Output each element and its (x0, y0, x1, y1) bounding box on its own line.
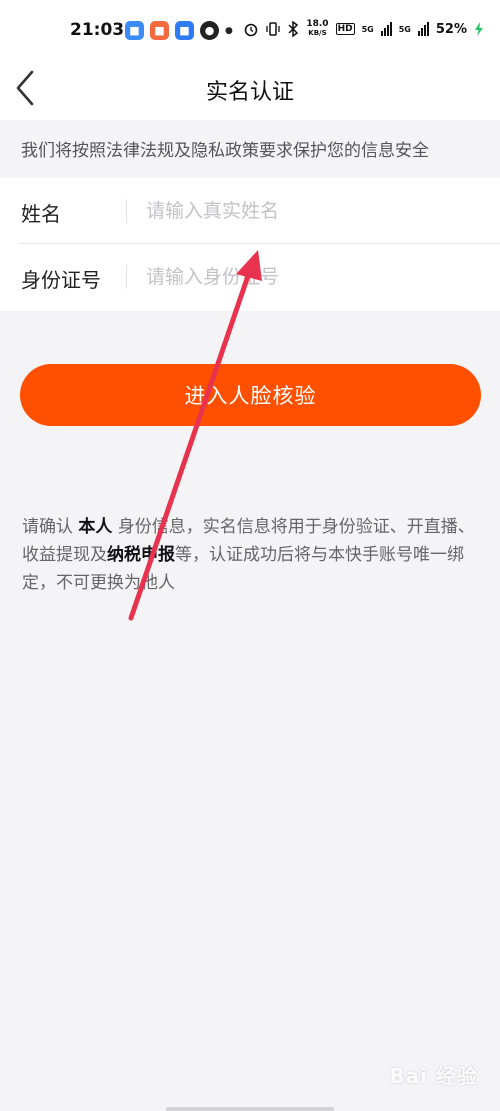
verification-form: 姓名 身份证号 (0, 178, 500, 311)
field-divider (126, 265, 127, 289)
id-number-input[interactable] (146, 260, 466, 294)
field-divider (126, 199, 127, 223)
network-speed-unit: KB/S (308, 29, 327, 37)
network-type-label-2: 5G (398, 24, 411, 34)
app-notification-icon: ■ (125, 21, 144, 40)
network-type-label: 5G (361, 24, 374, 34)
network-speed-value: 18.0 (306, 19, 329, 29)
disclaimer-text: 请确认 本人 身份信息，实名信息将用于身份验证、开直播、收益提现及纳税申报等，认… (22, 513, 484, 597)
hd-voice-badge: HD (335, 23, 355, 35)
disclaimer-bold-tax: 纳税申报 (107, 545, 175, 565)
id-number-row: 身份证号 (0, 244, 500, 310)
notification-icons: ■ ■ ■ ● ● (125, 21, 233, 40)
name-label: 姓名 (21, 202, 61, 226)
network-speed: 18.0 KB/S (306, 20, 328, 38)
disclaimer-bold-self: 本人 (78, 517, 113, 537)
status-bar: 21:03 ■ ■ ■ ● ● 18.0 KB/S HD 5G 5G 52% (0, 0, 500, 62)
name-row: 姓名 (0, 178, 500, 244)
page-title: 实名认证 (205, 80, 294, 105)
id-number-label: 身份证号 (21, 268, 101, 292)
vibrate-icon (266, 22, 281, 36)
alarm-icon (245, 23, 258, 37)
privacy-notice: 我们将按照法律法规及隐私政策要求保护您的信息安全 (0, 120, 500, 178)
disclaimer-part: 请确认 (22, 517, 79, 537)
status-indicators: 18.0 KB/S HD 5G 5G 52% (243, 20, 484, 38)
signal-strength-icon (380, 22, 392, 36)
app-header: 实名认证 (0, 62, 500, 120)
app-notification-icon: ● (200, 21, 219, 40)
face-verification-button[interactable]: 进入人脸核验 (20, 364, 481, 426)
privacy-notice-text: 我们将按照法律法规及隐私政策要求保护您的信息安全 (21, 141, 429, 161)
signal-strength-icon-2 (417, 22, 429, 36)
bluetooth-icon (288, 21, 299, 37)
battery-level: 52% (435, 21, 467, 37)
home-indicator[interactable] (166, 1107, 334, 1111)
more-notifications-dot-icon: ● (225, 25, 233, 36)
app-notification-icon: ■ (150, 21, 169, 40)
charging-icon (475, 22, 483, 36)
status-time: 21:03 (70, 20, 125, 40)
watermark: Bai 经验 (389, 1064, 478, 1088)
real-name-input[interactable] (146, 194, 466, 228)
app-notification-icon: ■ (175, 21, 194, 40)
